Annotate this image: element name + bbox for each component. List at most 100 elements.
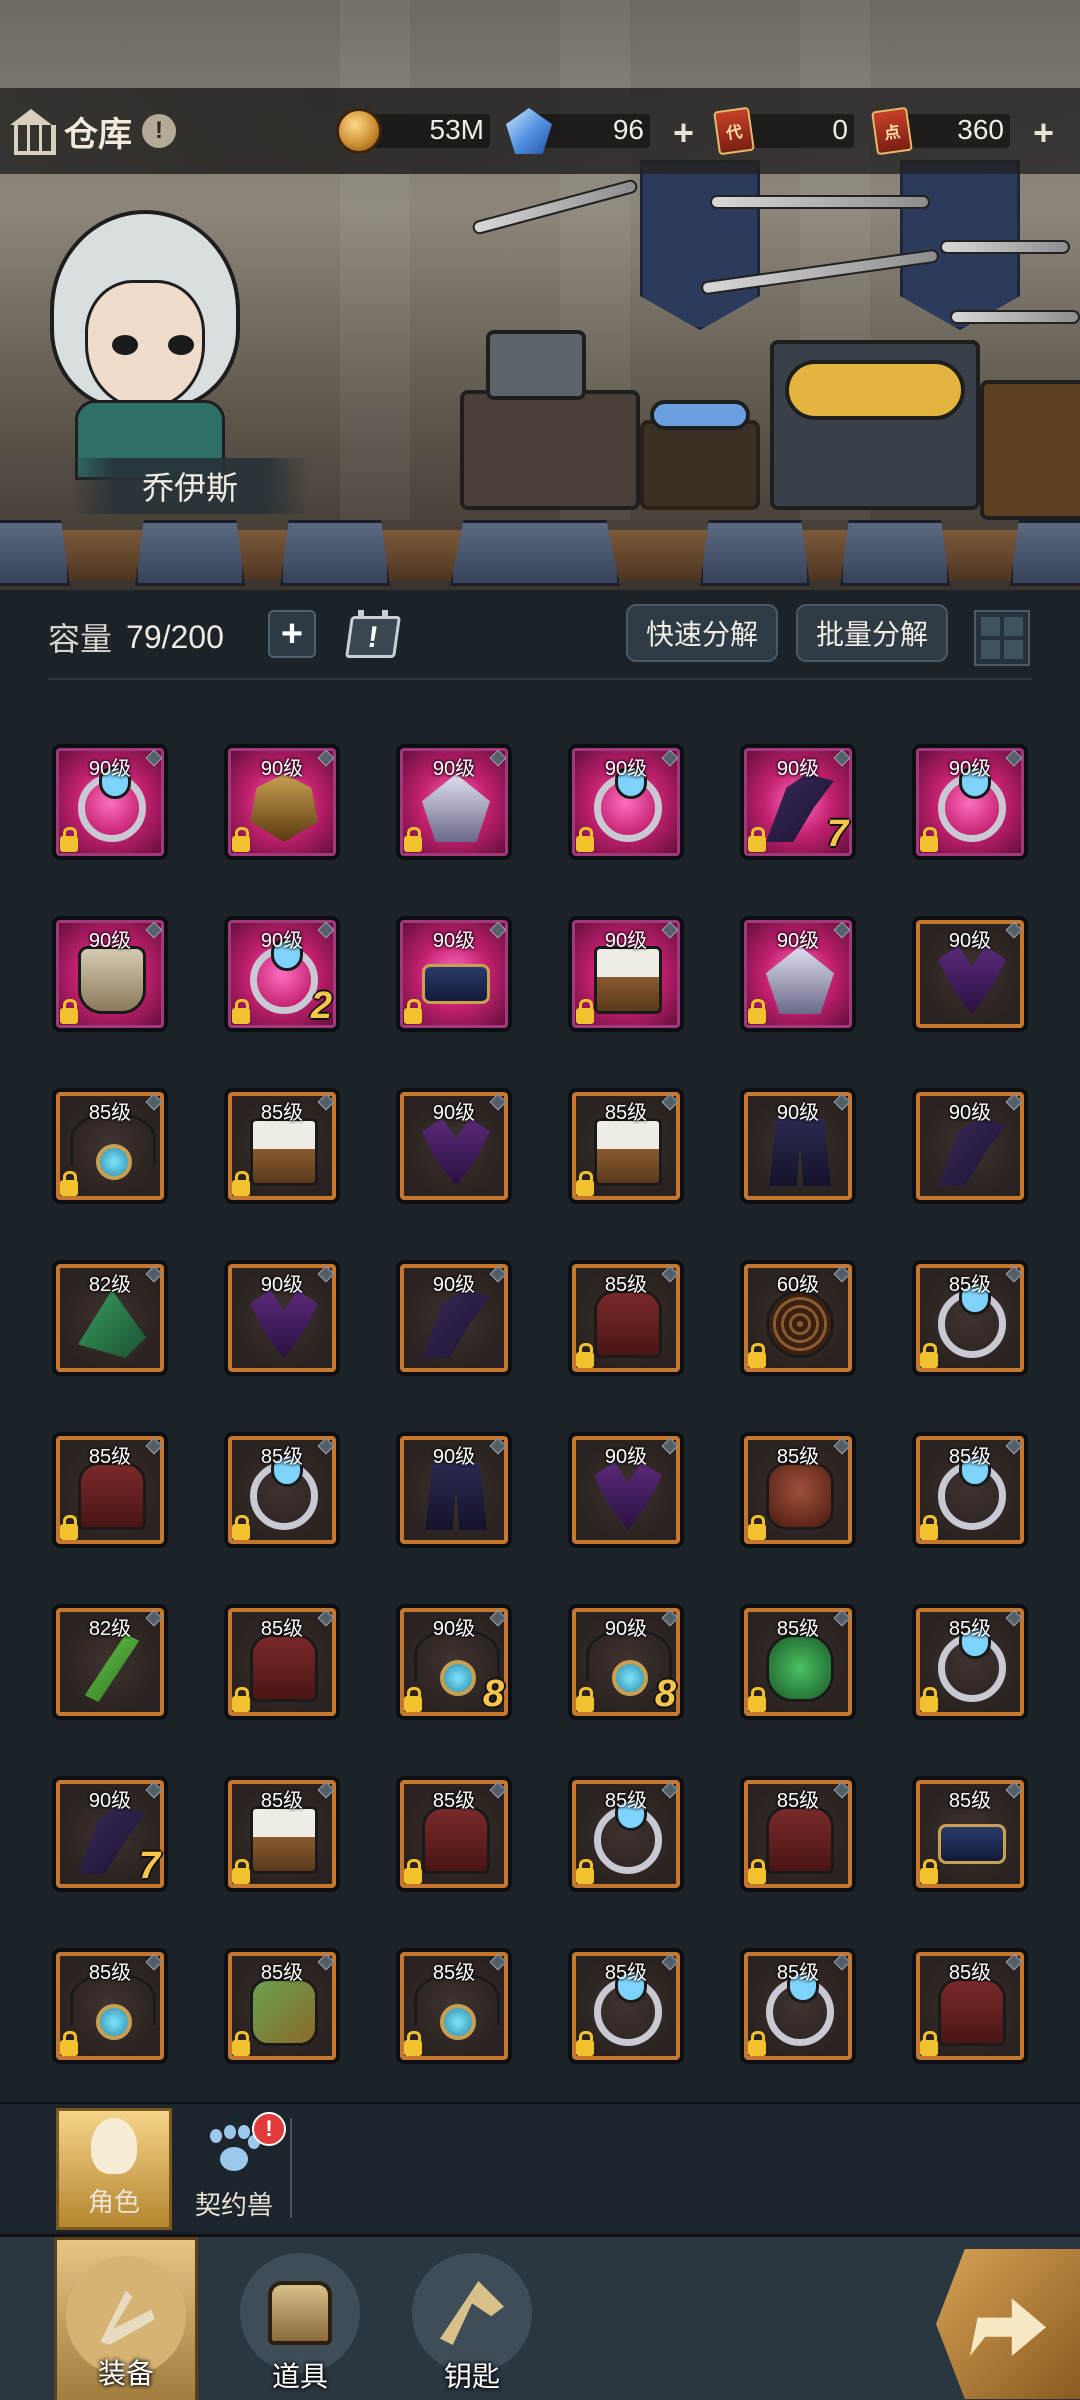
quick-decompose-button[interactable]: 快速分解: [626, 604, 779, 662]
leaf-item-icon: [766, 1634, 834, 1702]
calendar-icon: [345, 616, 401, 658]
page-title: 仓库: [64, 115, 132, 154]
item-slot[interactable]: 85级: [912, 1260, 1028, 1376]
info-icon[interactable]: !: [142, 114, 176, 148]
claw-item-icon: [78, 1806, 146, 1874]
ticket-icon: 代: [713, 106, 755, 156]
item-slot[interactable]: 85级: [912, 1776, 1028, 1892]
item-slot[interactable]: 85级: [912, 1432, 1028, 1548]
mask-item-icon: [250, 1290, 318, 1358]
ticket-add-button[interactable]: +: [1033, 112, 1054, 154]
fur-item-icon: [938, 1978, 1006, 2046]
item-slot[interactable]: 82级: [52, 1604, 168, 1720]
item-slot[interactable]: 85级: [740, 1948, 856, 2064]
lock-icon: [576, 1687, 594, 1712]
fur-item-icon: [250, 1634, 318, 1702]
item-slot[interactable]: 85级: [740, 1776, 856, 1892]
blade-item-icon: [84, 1634, 140, 1702]
item-slot[interactable]: 90级: [912, 1088, 1028, 1204]
lock-icon: [60, 1171, 78, 1196]
item-slot[interactable]: 90级: [396, 1088, 512, 1204]
item-slot[interactable]: 85级: [224, 1776, 340, 1892]
item-slot[interactable]: 82级: [52, 1260, 168, 1376]
item-slot[interactable]: 90级: [396, 744, 512, 860]
crystal-add-button[interactable]: +: [673, 112, 694, 154]
belt-item-icon: [938, 1824, 1006, 1864]
item-slot[interactable]: 90级: [568, 1432, 684, 1548]
tab-character[interactable]: 角色: [56, 2108, 172, 2230]
chest-decor: [460, 390, 640, 510]
tab-label: 角色: [87, 2187, 140, 2217]
item-slot[interactable]: 90级: [224, 744, 340, 860]
share-button[interactable]: [936, 2249, 1080, 2399]
gold-item-icon: [250, 774, 318, 842]
amulet-item-icon: [70, 1972, 156, 2040]
item-slot[interactable]: 85级: [740, 1432, 856, 1548]
item-slot[interactable]: 85级: [740, 1604, 856, 1720]
lock-icon: [920, 1687, 938, 1712]
item-slot[interactable]: 85级: [912, 1604, 1028, 1720]
item-slot[interactable]: 90级: [912, 916, 1028, 1032]
item-slot[interactable]: 85级: [52, 1948, 168, 2064]
batch-decompose-button[interactable]: 批量分解: [796, 604, 949, 662]
amulet-item-icon: [586, 1628, 672, 1696]
item-slot[interactable]: 90级: [396, 916, 512, 1032]
ring-item-icon: [938, 767, 1006, 842]
item-slot[interactable]: 90级: [396, 1432, 512, 1548]
nav-keys[interactable]: 钥匙: [400, 2237, 544, 2400]
item-slot[interactable]: 85级: [52, 1088, 168, 1204]
item-slot[interactable]: 90级: [224, 1260, 340, 1376]
item-slot[interactable]: 85级: [568, 1088, 684, 1204]
coin-resource: 53M: [336, 108, 490, 154]
item-slot[interactable]: 90级: [52, 916, 168, 1032]
item-slot[interactable]: 85级: [396, 1948, 512, 2064]
item-slot[interactable]: 90级 7: [52, 1776, 168, 1892]
item-slot[interactable]: 85级: [52, 1432, 168, 1548]
nav-equipment[interactable]: 装备: [54, 2237, 198, 2400]
item-slot[interactable]: 85级: [224, 1432, 340, 1548]
character-portrait[interactable]: [40, 200, 250, 480]
item-slot[interactable]: 85级: [224, 1088, 340, 1204]
item-slot[interactable]: 90级: [396, 1260, 512, 1376]
item-slot[interactable]: 85级: [224, 1604, 340, 1720]
amulet-item-icon: [414, 1972, 500, 2040]
lock-icon: [920, 1515, 938, 1540]
item-slot[interactable]: 85级: [912, 1948, 1028, 2064]
item-slot[interactable]: 85级: [568, 1260, 684, 1376]
item-slot[interactable]: 60级: [740, 1260, 856, 1376]
item-slot[interactable]: 90级: [568, 916, 684, 1032]
item-slot[interactable]: 85级: [396, 1776, 512, 1892]
item-slot[interactable]: 90级: [52, 744, 168, 860]
ring-item-icon: [938, 1283, 1006, 1358]
item-slot[interactable]: 90级 2: [224, 916, 340, 1032]
item-slot[interactable]: 90级: [740, 916, 856, 1032]
capacity-display: 容量 79/200: [48, 612, 224, 662]
divider: [48, 678, 1032, 680]
item-slot[interactable]: 85级: [224, 1948, 340, 2064]
lock-icon: [60, 2031, 78, 2056]
item-count: 8: [654, 1673, 676, 1715]
item-slot[interactable]: 90级 8: [396, 1604, 512, 1720]
item-slot[interactable]: 85级: [568, 1948, 684, 2064]
item-slot[interactable]: 90级: [740, 1088, 856, 1204]
expand-capacity-button[interactable]: +: [268, 610, 316, 658]
item-slot[interactable]: 85级: [568, 1776, 684, 1892]
lock-icon: [576, 999, 594, 1024]
grid-view-toggle[interactable]: [974, 610, 1030, 666]
lock-icon: [748, 1343, 766, 1368]
lock-icon: [920, 1859, 938, 1884]
tab-contract-beast[interactable]: 契约兽 !: [176, 2108, 292, 2230]
nav-items[interactable]: 道具: [228, 2237, 372, 2400]
hat-item-icon: [78, 1290, 146, 1358]
crystal-resource: 96 +: [506, 108, 694, 154]
item-slot[interactable]: 90级 8: [568, 1604, 684, 1720]
item-slot[interactable]: 90级 7: [740, 744, 856, 860]
item-slot[interactable]: 90级: [912, 744, 1028, 860]
sort-button[interactable]: [344, 608, 406, 662]
ring-item-icon: [938, 1627, 1006, 1702]
tab-label: 契约兽: [194, 2190, 273, 2220]
bottom-nav: 装备 道具 钥匙: [0, 2234, 1080, 2400]
sword-decor: [710, 195, 930, 209]
bracer-item-icon: [250, 1978, 318, 2046]
item-slot[interactable]: 90级: [568, 744, 684, 860]
